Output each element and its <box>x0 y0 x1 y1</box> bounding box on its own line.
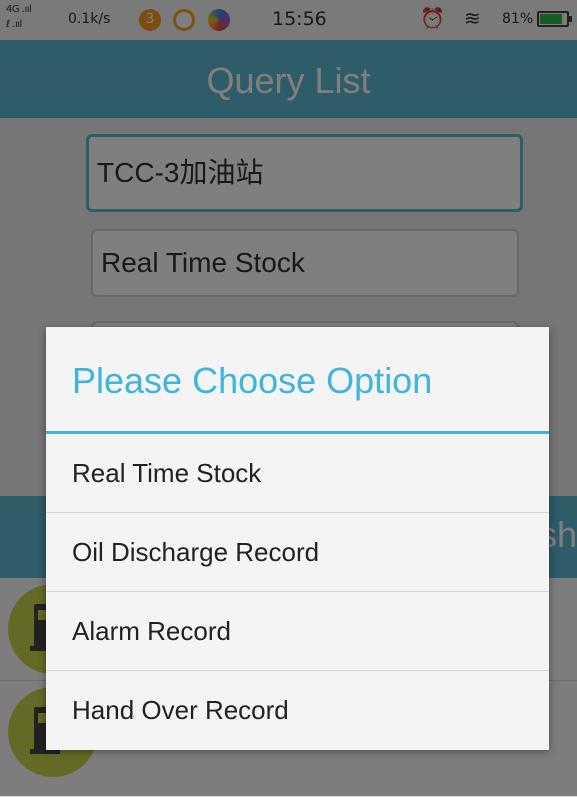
option-hand-over-record[interactable]: Hand Over Record <box>46 671 549 750</box>
choose-option-dialog: Please Choose Option Real Time Stock Oil… <box>46 327 549 750</box>
option-alarm-record[interactable]: Alarm Record <box>46 592 549 671</box>
option-oil-discharge-record[interactable]: Oil Discharge Record <box>46 513 549 592</box>
option-real-time-stock[interactable]: Real Time Stock <box>46 434 549 513</box>
dialog-title: Please Choose Option <box>72 360 433 401</box>
